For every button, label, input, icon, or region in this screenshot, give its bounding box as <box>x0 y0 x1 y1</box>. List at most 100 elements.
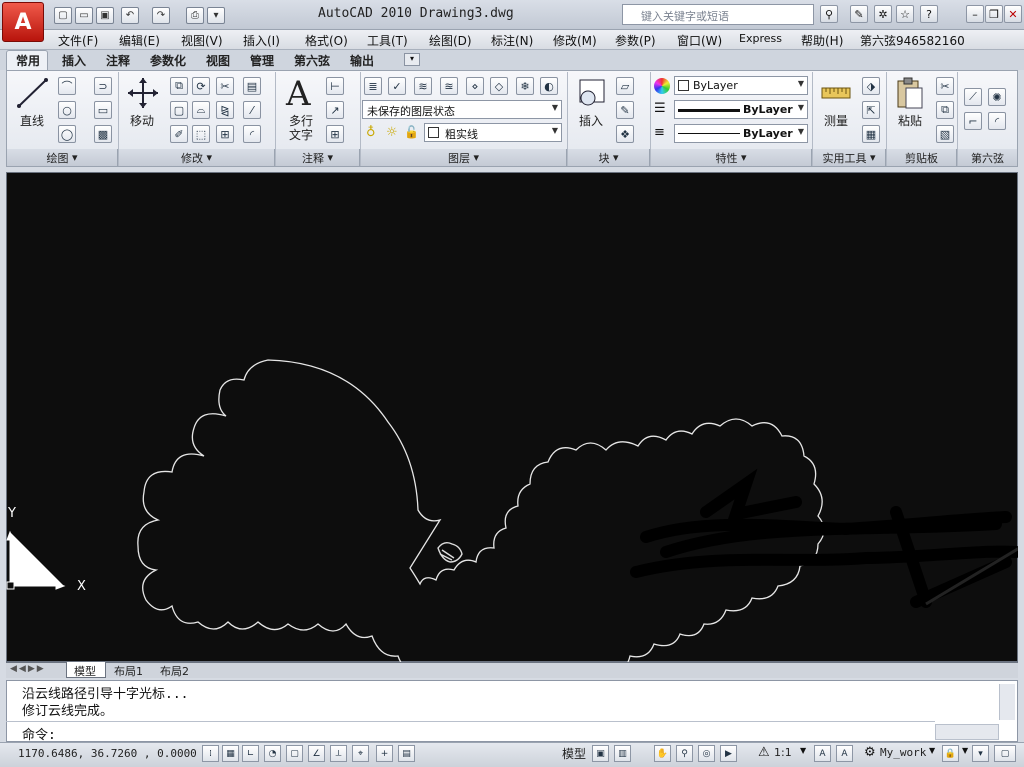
command-horizontal-scrollbar[interactable] <box>935 724 999 740</box>
print-icon[interactable]: ⎙ <box>186 7 204 24</box>
panel-draw-label[interactable]: 绘图 ▾ <box>7 149 118 166</box>
tab-output[interactable]: 输出 <box>350 52 374 69</box>
rectangle-icon[interactable]: ▭ <box>94 101 112 119</box>
tab-insert[interactable]: 插入 <box>62 52 86 69</box>
line-tool-icon[interactable] <box>16 76 50 110</box>
quick-select-icon[interactable]: ⬗ <box>862 77 880 95</box>
binoculars-icon[interactable]: ⚲ <box>820 5 838 23</box>
color-wheel-icon[interactable] <box>654 78 670 94</box>
quick-access-dropdown-icon[interactable]: ▾ <box>207 7 225 24</box>
showmotion-icon[interactable]: ▶ <box>720 745 737 762</box>
layer-unlock-icon[interactable]: 🔓 <box>404 125 419 139</box>
menu-format[interactable]: 格式(O) <box>305 32 348 49</box>
menu-dimension[interactable]: 标注(N) <box>491 32 533 49</box>
select-all-icon[interactable]: ⇱ <box>862 101 880 119</box>
panel-layers-label[interactable]: 图层 ▾ <box>361 149 567 166</box>
menu-insert[interactable]: 插入(I) <box>243 32 280 49</box>
grid-display-icon[interactable]: ▦ <box>222 745 239 762</box>
tab-parametric[interactable]: 参数化 <box>150 52 186 69</box>
tab-custom[interactable]: 第六弦 <box>294 52 330 69</box>
cut-icon[interactable]: ✂ <box>936 77 954 95</box>
quick-properties-icon[interactable]: ▤ <box>398 745 415 762</box>
lineweight-icon[interactable]: ≡ <box>654 125 665 140</box>
annotation-scale-dropdown-icon[interactable]: ▼ <box>800 746 806 755</box>
model-space-toggle[interactable]: 模型 <box>562 745 586 762</box>
panel-custom-label[interactable]: 第六弦 <box>958 149 1017 166</box>
create-block-icon[interactable]: ▱ <box>616 77 634 95</box>
offset-icon[interactable]: ▢ <box>170 101 188 119</box>
menu-help[interactable]: 帮助(H) <box>801 32 843 49</box>
explode-icon[interactable]: ⁄ <box>243 101 261 119</box>
move-tool-icon[interactable] <box>126 76 160 110</box>
measure-icon[interactable] <box>820 80 852 106</box>
object-snap-tracking-icon[interactable]: ∠ <box>308 745 325 762</box>
panel-modify-label[interactable]: 修改 ▾ <box>119 149 275 166</box>
layer-freeze-icon[interactable]: ❄ <box>516 77 534 95</box>
scale-icon[interactable]: ⬚ <box>192 125 210 143</box>
panel-block-label[interactable]: 块 ▾ <box>568 149 650 166</box>
workspace-dropdown-icon[interactable]: ▼ <box>929 746 935 755</box>
minimize-window-icon[interactable]: – <box>966 5 984 23</box>
custom-tool-3-icon[interactable]: ⌐ <box>964 112 982 130</box>
dynamic-input-icon[interactable]: ⌖ <box>352 745 369 762</box>
menu-edit[interactable]: 编辑(E) <box>119 32 160 49</box>
search-input[interactable]: 键入关键字或短语 <box>622 4 814 25</box>
zoom-icon[interactable]: ⚲ <box>676 745 693 762</box>
menu-draw[interactable]: 绘图(D) <box>429 32 472 49</box>
pan-icon[interactable]: ✋ <box>654 745 671 762</box>
redo-icon[interactable]: ↷ <box>152 7 170 24</box>
panel-properties-label[interactable]: 特性 ▾ <box>651 149 812 166</box>
layer-thaw-sun-icon[interactable]: ☼ <box>386 125 398 140</box>
tab-manage[interactable]: 管理 <box>250 52 274 69</box>
workspace-gear-icon[interactable]: ⚙ <box>864 745 876 760</box>
menu-parametric[interactable]: 参数(P) <box>615 32 656 49</box>
linear-dimension-icon[interactable]: ⊢ <box>326 77 344 95</box>
array-icon[interactable]: ▤ <box>243 77 261 95</box>
hatch-icon[interactable]: ▩ <box>94 125 112 143</box>
menu-file[interactable]: 文件(F) <box>58 32 98 49</box>
panel-annotate-label[interactable]: 注释 ▾ <box>276 149 360 166</box>
color-dropdown[interactable]: ByLayer <box>674 76 808 95</box>
copy-icon[interactable]: ⧉ <box>170 77 188 95</box>
layer-state-dropdown[interactable]: 未保存的图层状态 <box>362 100 562 119</box>
menu-modify[interactable]: 修改(M) <box>553 32 597 49</box>
favorites-star-icon[interactable]: ☆ <box>896 5 914 23</box>
calculator-icon[interactable]: ▦ <box>862 125 880 143</box>
clean-screen-icon[interactable]: ▢ <box>994 745 1016 762</box>
command-scrollbar[interactable] <box>999 684 1015 720</box>
lineweight-toggle-icon[interactable]: + <box>376 745 393 762</box>
table-icon[interactable]: ⊞ <box>326 125 344 143</box>
object-snap-icon[interactable]: ▢ <box>286 745 303 762</box>
new-file-icon[interactable]: ▢ <box>54 7 72 24</box>
annotation-scale-icon[interactable]: ⚠ <box>758 745 770 760</box>
command-prompt[interactable]: 命令: <box>22 724 56 743</box>
ortho-mode-icon[interactable]: ∟ <box>242 745 259 762</box>
save-icon[interactable]: ▣ <box>96 7 114 24</box>
tab-model[interactable]: 模型 <box>74 663 96 679</box>
workspace-name[interactable]: My_work <box>880 746 926 759</box>
tab-home[interactable]: 常用 <box>16 52 40 69</box>
layer-previous-icon[interactable]: ≊ <box>440 77 458 95</box>
status-tray-settings-icon[interactable]: ▾ <box>972 745 989 762</box>
layer-on-bulb-icon[interactable]: ♁ <box>366 125 376 140</box>
restore-window-icon[interactable]: ❐ <box>985 5 1003 23</box>
layout-nav-arrows-icon[interactable]: ◀◀▶▶ <box>10 664 46 674</box>
insert-block-icon[interactable] <box>574 76 608 110</box>
menu-express[interactable]: Express <box>739 32 782 45</box>
tab-layout2[interactable]: 布局2 <box>160 663 189 679</box>
layer-match-icon[interactable]: ≋ <box>414 77 432 95</box>
close-window-icon[interactable]: ✕ <box>1004 5 1022 23</box>
quick-view-layouts-icon[interactable]: ▣ <box>592 745 609 762</box>
layer-properties-icon[interactable]: ≣ <box>364 77 382 95</box>
layer-make-current-icon[interactable]: ✓ <box>388 77 406 95</box>
menu-view[interactable]: 视图(V) <box>181 32 223 49</box>
fillet-icon[interactable]: ◜ <box>243 125 261 143</box>
panel-clipboard-label[interactable]: 剪贴板 <box>887 149 957 166</box>
coordinate-readout[interactable]: 1170.6486, 36.7260 , 0.0000 <box>18 747 197 760</box>
steering-wheel-icon[interactable]: ◎ <box>698 745 715 762</box>
leader-icon[interactable]: ↗ <box>326 101 344 119</box>
layer-off-icon[interactable]: ◐ <box>540 77 558 95</box>
subscription-key-icon[interactable]: ✎ <box>850 5 868 23</box>
edit-block-icon[interactable]: ✎ <box>616 101 634 119</box>
arc-icon[interactable]: ⊃ <box>94 77 112 95</box>
